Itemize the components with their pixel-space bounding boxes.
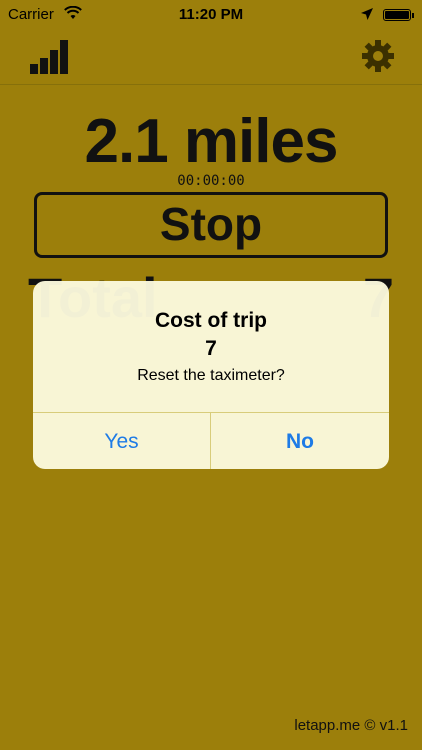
alert-message: Reset the taximeter?	[137, 367, 285, 384]
alert-title: Cost of trip	[155, 309, 267, 332]
alert-button-row: Yes No	[33, 412, 389, 469]
location-arrow-icon	[361, 7, 373, 24]
alert-cost-value: 7	[205, 337, 217, 360]
distance-display: 2.1 miles	[84, 107, 339, 176]
battery-icon	[383, 9, 414, 21]
bar-chart-icon[interactable]	[30, 38, 68, 74]
reset-alert-dialog: Cost of trip 7 Reset the taximeter? Yes …	[33, 281, 389, 469]
footer-version[interactable]: letapp.me © v1.1	[294, 717, 408, 734]
gear-icon[interactable]	[361, 39, 395, 73]
stop-button[interactable]: Stop	[34, 192, 388, 258]
status-bar: Carrier 11:20 PM	[0, 0, 422, 30]
elapsed-timer: 00:00:00	[177, 173, 245, 189]
no-button[interactable]: No	[211, 413, 389, 469]
nav-bar	[0, 30, 422, 85]
yes-button[interactable]: Yes	[33, 413, 211, 469]
status-time: 11:20 PM	[178, 6, 244, 23]
